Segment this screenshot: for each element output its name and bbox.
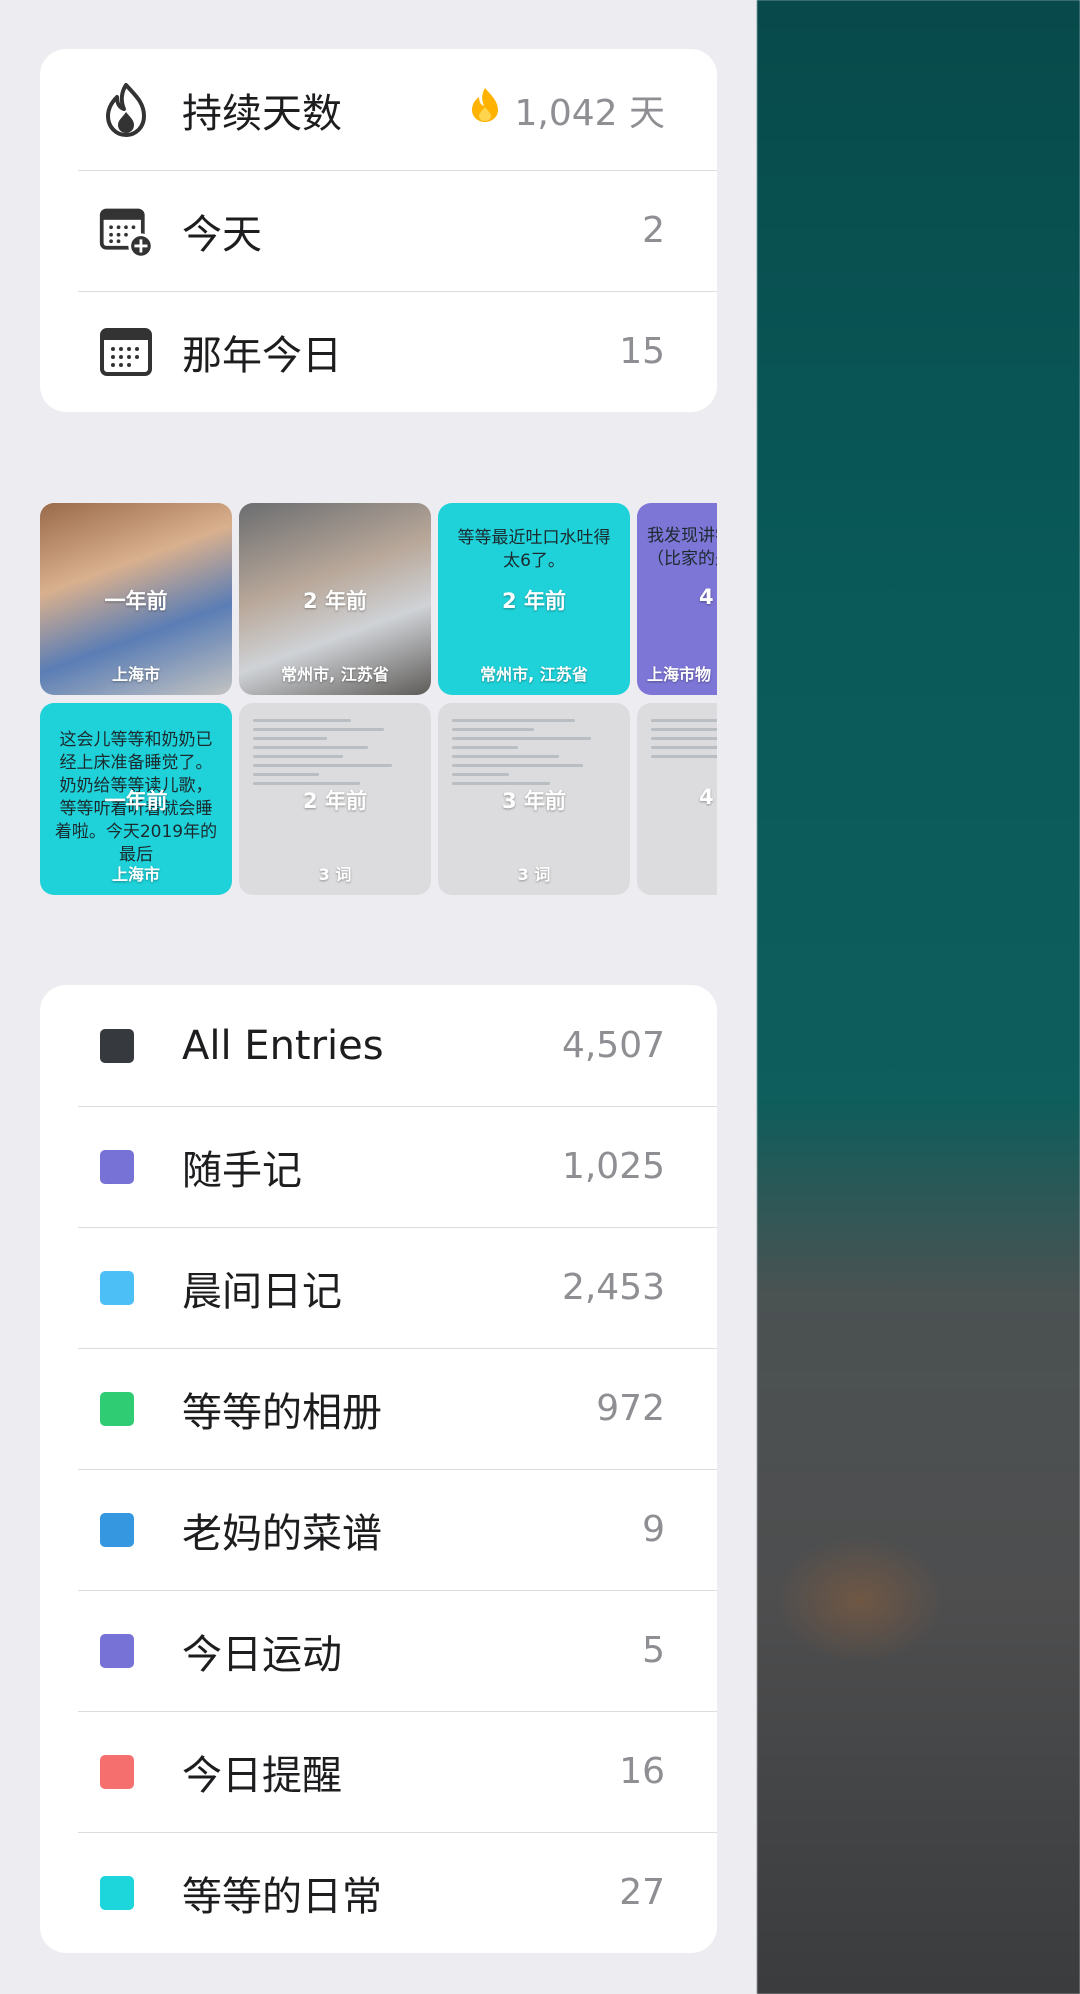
memories-grid: 一年前 上海市 2 年前 常州市, 江苏省 等等最近吐口水吐得太6了。 2 年前…	[40, 503, 717, 895]
memory-years: 2 年前	[303, 589, 367, 613]
journal-name: 老妈的菜谱	[182, 1510, 382, 1557]
memory-text: 我发现讲学习给我带发（比家的是异），	[647, 526, 717, 569]
journal-row[interactable]: 等等的相册 972	[40, 1348, 717, 1469]
journal-count: 5	[642, 1630, 665, 1671]
journal-color-swatch	[100, 1391, 134, 1426]
journal-name: 今日提醒	[182, 1752, 342, 1799]
journal-count: 16	[619, 1751, 665, 1792]
on-this-day-label: 那年今日	[182, 332, 342, 379]
journal-count: 1,025	[561, 1146, 665, 1187]
today-label: 今天	[182, 211, 262, 258]
streak-value-group: 1,042 天	[470, 84, 665, 136]
stats-card: 持续天数 1,042 天 今天 2 那年今日 15	[40, 49, 717, 412]
journal-color-swatch	[100, 1270, 134, 1305]
sidebar-panel: 持续天数 1,042 天 今天 2 那年今日 15 一年前 上海市 2 年前 常…	[0, 0, 757, 1994]
journal-color-swatch	[100, 1028, 134, 1063]
journal-color-swatch	[100, 1149, 134, 1184]
memory-tile[interactable]: 2 年前 3 词	[239, 703, 431, 895]
journal-row[interactable]: 老妈的菜谱 9	[40, 1469, 717, 1590]
today-count: 2	[642, 210, 665, 251]
journal-row[interactable]: 今日提醒 16	[40, 1711, 717, 1832]
memory-tile[interactable]: 我发现讲学习给我带发（比家的是异）， 4 上海市物	[637, 503, 717, 695]
journal-name: All Entries	[182, 1022, 384, 1069]
memory-tile[interactable]: 这会儿等等和奶奶已经上床准备睡觉了。奶奶给等等读儿歌，等等听着听着就会睡着啦。今…	[40, 703, 232, 895]
streak-row[interactable]: 持续天数 1,042 天	[40, 49, 717, 170]
journal-color-swatch	[100, 1633, 134, 1668]
memory-tile[interactable]: 3 年前 3 词	[438, 703, 630, 895]
memory-text: 等等最近吐口水吐得太6了。	[457, 528, 611, 571]
journal-color-swatch	[100, 1512, 134, 1547]
flame-outline-icon	[98, 82, 154, 138]
journal-name: 晨间日记	[182, 1268, 342, 1315]
journal-row[interactable]: All Entries 4,507	[40, 985, 717, 1106]
journal-name: 等等的相册	[182, 1389, 382, 1436]
journal-count: 9	[642, 1509, 665, 1550]
memory-location: 上海市物	[647, 665, 712, 684]
fire-emoji-icon	[470, 87, 500, 132]
journal-color-swatch	[100, 1754, 134, 1789]
journal-count: 27	[619, 1872, 665, 1913]
calendar-icon	[98, 324, 154, 380]
memory-location: 上海市	[111, 865, 160, 884]
journal-count: 4,507	[561, 1025, 665, 1066]
journal-color-swatch	[100, 1875, 134, 1910]
today-row[interactable]: 今天 2	[40, 170, 717, 291]
journal-name: 随手记	[182, 1147, 302, 1194]
journal-row[interactable]: 随手记 1,025	[40, 1106, 717, 1227]
journal-row[interactable]: 等等的日常 27	[40, 1832, 717, 1953]
journal-row[interactable]: 晨间日记 2,453	[40, 1227, 717, 1348]
journal-count: 2,453	[561, 1267, 665, 1308]
memory-location: 常州市, 江苏省	[480, 665, 588, 684]
memory-location: 上海市	[111, 665, 160, 684]
memory-years: 4	[699, 585, 714, 609]
memory-years: 3 年前	[502, 789, 566, 813]
journal-name: 今日运动	[182, 1631, 342, 1678]
memory-word-count: 3 词	[517, 865, 551, 884]
memory-years: 2 年前	[303, 789, 367, 813]
memory-tile[interactable]: 4	[637, 703, 717, 895]
journals-card: All Entries 4,507 随手记 1,025 晨间日记 2,453 等…	[40, 985, 717, 1953]
memory-years: 一年前	[104, 789, 168, 813]
journal-name: 等等的日常	[182, 1873, 382, 1920]
memory-tile[interactable]: 2 年前 常州市, 江苏省	[239, 503, 431, 695]
streak-label: 持续天数	[182, 90, 342, 137]
on-this-day-row[interactable]: 那年今日 15	[40, 291, 717, 412]
streak-value: 1,042 天	[514, 92, 665, 134]
on-this-day-count: 15	[619, 331, 665, 372]
memory-location: 常州市, 江苏省	[281, 665, 389, 684]
memory-tile[interactable]: 等等最近吐口水吐得太6了。 2 年前 常州市, 江苏省	[438, 503, 630, 695]
memory-years: 4	[699, 785, 714, 809]
blurred-content-backdrop[interactable]	[757, 0, 1080, 1994]
memory-years: 2 年前	[502, 589, 566, 613]
memory-years: 一年前	[104, 589, 168, 613]
journal-row[interactable]: 今日运动 5	[40, 1590, 717, 1711]
calendar-add-icon	[98, 203, 154, 259]
journal-count: 972	[596, 1388, 665, 1429]
memory-word-count: 3 词	[318, 865, 352, 884]
memory-tile[interactable]: 一年前 上海市	[40, 503, 232, 695]
